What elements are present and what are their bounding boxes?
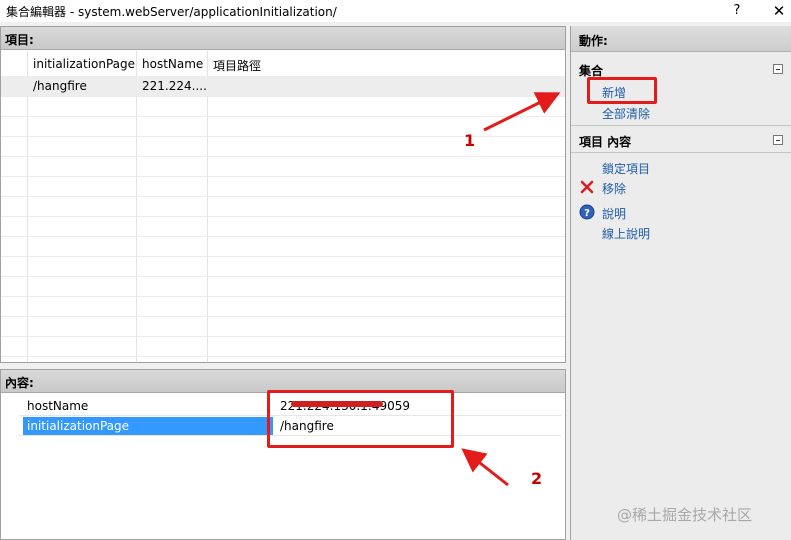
watermark: @稀土掘金技术社区	[617, 506, 753, 524]
arrow-2	[461, 448, 509, 487]
annotation-arrows	[461, 92, 561, 487]
annotation-label-2: 2	[531, 469, 543, 488]
arrow-1	[483, 92, 561, 132]
annotation-label-1: 1	[464, 131, 476, 150]
